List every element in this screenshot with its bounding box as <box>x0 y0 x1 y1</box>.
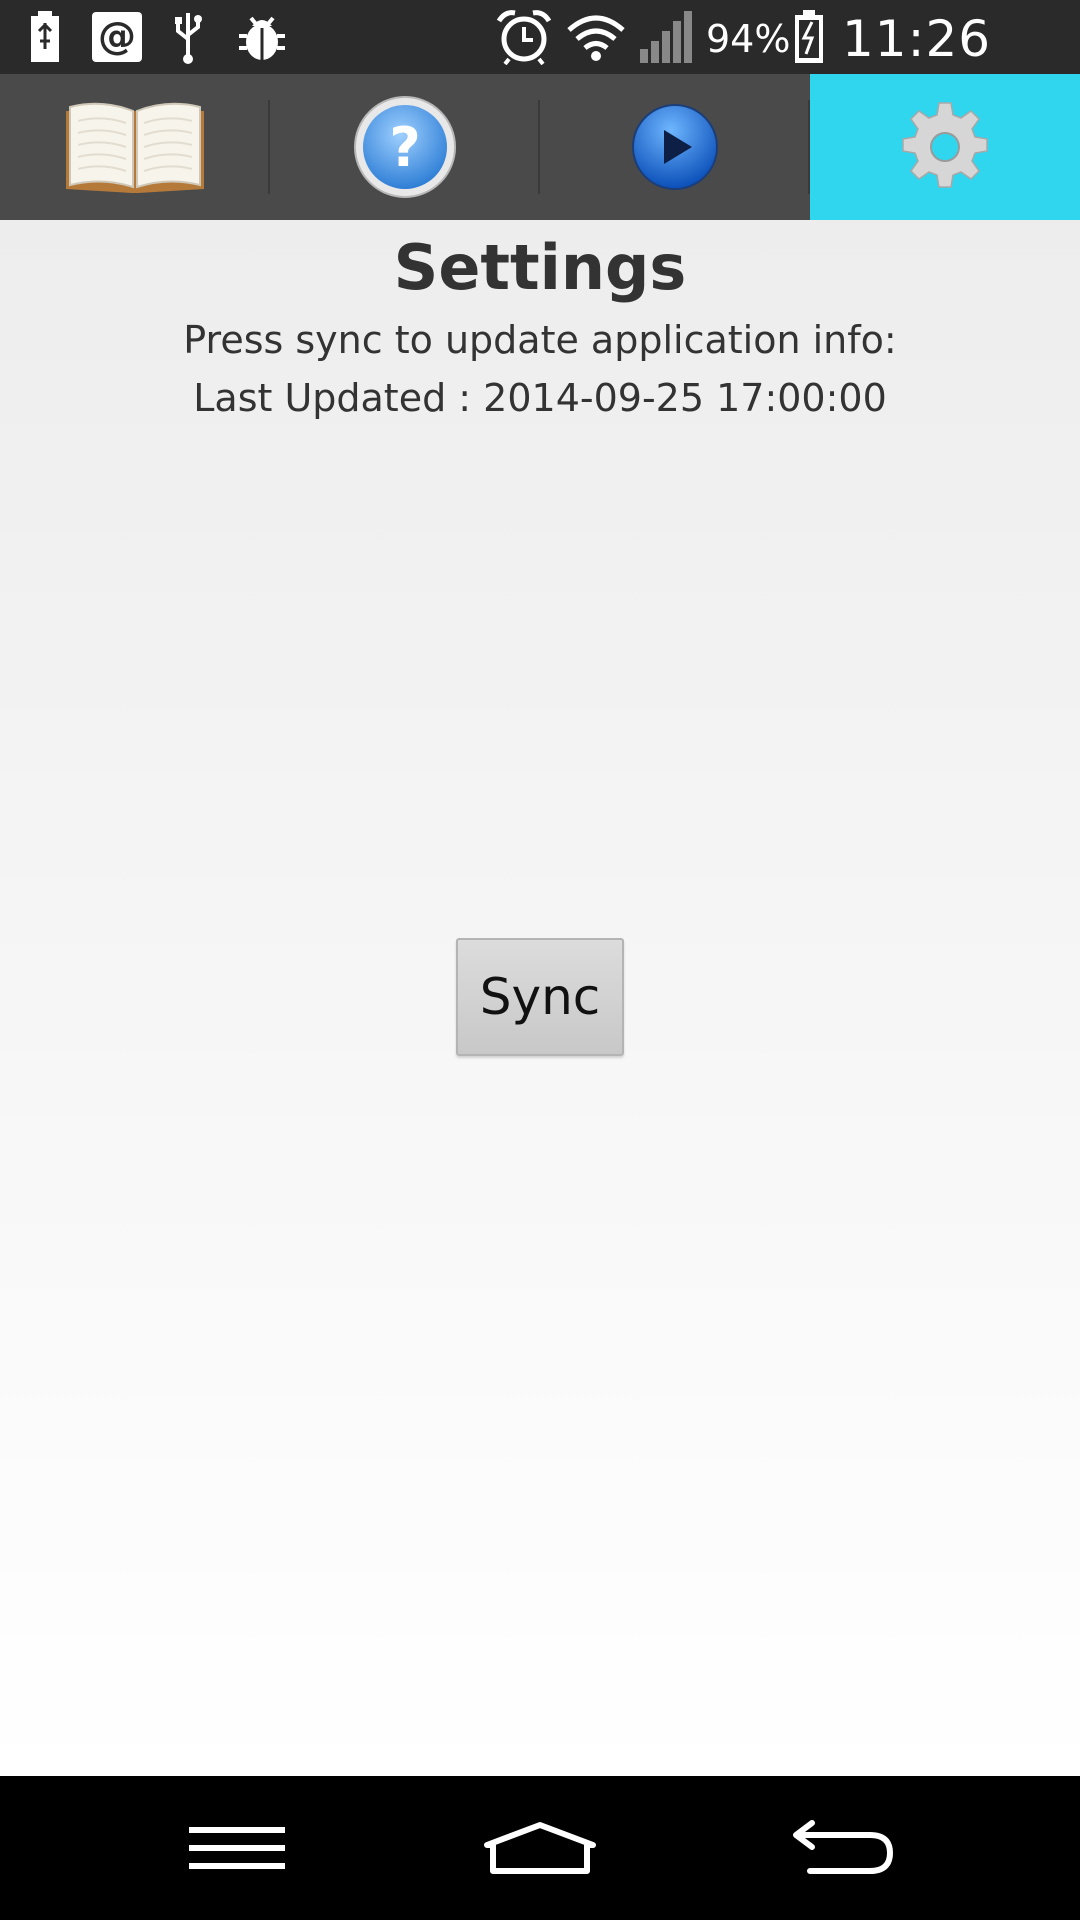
home-icon <box>484 1822 596 1874</box>
svg-text:@: @ <box>98 14 136 58</box>
gear-icon <box>902 102 988 188</box>
status-bar: @ 94% 11:26 <box>0 0 1080 146</box>
book-icon <box>66 102 204 193</box>
wifi-icon <box>564 0 628 74</box>
tab-bar: ? <box>0 74 1080 220</box>
clock-time: 11:26 am <box>842 10 992 146</box>
back-button[interactable] <box>753 1776 933 1920</box>
alarm-icon <box>494 0 554 74</box>
tab-book[interactable] <box>0 74 270 220</box>
play-icon <box>632 104 718 190</box>
sync-description: Press sync to update application info: <box>183 318 897 362</box>
help-icon: ? <box>354 96 456 198</box>
battery-saver-icon <box>26 0 64 74</box>
svg-text:?: ? <box>389 116 420 179</box>
menu-button[interactable] <box>147 1776 327 1920</box>
page-title: Settings <box>393 231 687 304</box>
battery-charging-icon <box>792 0 826 74</box>
usb-icon <box>168 0 208 74</box>
sync-button[interactable]: Sync <box>456 938 624 1056</box>
back-icon <box>793 1820 894 1874</box>
home-button[interactable] <box>450 1776 630 1920</box>
navigation-bar <box>0 1776 1080 1920</box>
tab-play[interactable] <box>540 74 810 220</box>
settings-content: Settings Press sync to update applicatio… <box>0 220 1080 1776</box>
tab-settings[interactable] <box>810 74 1080 220</box>
last-updated-text: Last Updated : 2014-09-25 17:00:00 <box>193 376 887 420</box>
tab-help[interactable]: ? <box>270 74 540 220</box>
battery-percent: 94% <box>706 17 791 61</box>
menu-icon <box>189 1827 285 1869</box>
signal-icon <box>638 0 696 74</box>
bug-icon <box>234 0 290 74</box>
email-at-icon: @ <box>90 0 144 74</box>
